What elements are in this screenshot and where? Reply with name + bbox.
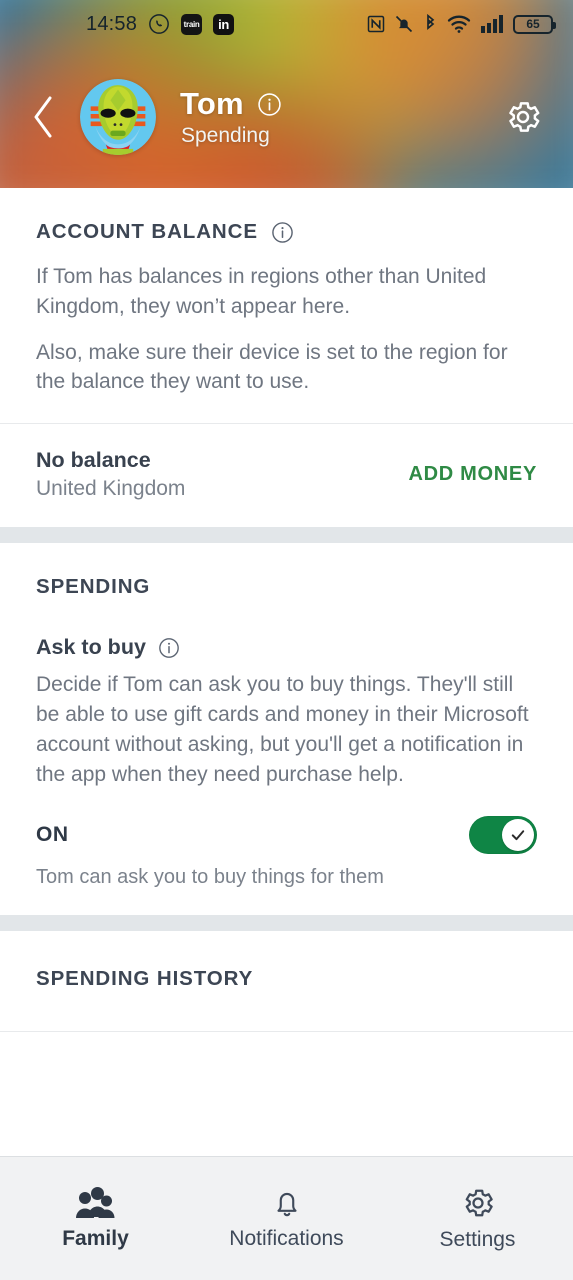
- status-bar-time: 14:58: [86, 12, 138, 35]
- status-bar: 14:58 train in 65: [0, 0, 573, 48]
- alien-avatar-image: [80, 79, 156, 155]
- linkedin-icon: in: [213, 13, 235, 35]
- add-money-button[interactable]: ADD MONEY: [408, 463, 537, 486]
- nfc-icon: [367, 15, 385, 33]
- account-balance-title: ACCOUNT BALANCE: [36, 220, 258, 243]
- page-title: Tom: [180, 86, 244, 121]
- spending-history-section: SPENDING HISTORY: [0, 930, 573, 1032]
- balance-amount: No balance: [36, 448, 151, 473]
- main-content: ACCOUNT BALANCE If Tom has balances in r…: [0, 188, 573, 1156]
- avatar[interactable]: [80, 79, 156, 155]
- gear-icon: [509, 102, 540, 132]
- bottom-navigation: Family Notifications Settings: [0, 1156, 573, 1280]
- spending-history-header: SPENDING HISTORY: [0, 931, 573, 991]
- account-balance-header: ACCOUNT BALANCE: [0, 188, 573, 244]
- info-icon[interactable]: [257, 92, 282, 117]
- train-app-icon: train: [181, 13, 203, 35]
- toggle-knob: [502, 818, 534, 851]
- whatsapp-icon: [149, 14, 169, 34]
- info-icon[interactable]: [158, 637, 180, 659]
- ask-to-buy-toggle-row: ON: [0, 790, 573, 854]
- profile-header: 14:58 train in 65 Tom Spending: [0, 0, 573, 188]
- toggle-caption: Tom can ask you to buy things for them: [36, 865, 384, 888]
- toggle-state-label: ON: [36, 822, 69, 846]
- ask-to-buy-description: Decide if Tom can ask you to buy things.…: [36, 673, 529, 786]
- wifi-icon: [447, 15, 471, 33]
- spending-history-title: SPENDING HISTORY: [36, 966, 254, 990]
- nav-label-family: Family: [62, 1227, 129, 1250]
- bell-icon: [276, 1192, 297, 1217]
- ask-to-buy-toggle[interactable]: [469, 815, 537, 854]
- battery-percent-label: 65: [526, 17, 540, 31]
- cellular-signal-icon: [481, 15, 503, 33]
- page-subtitle: Spending: [181, 124, 270, 147]
- divider: [0, 1030, 573, 1032]
- mute-bell-icon: [395, 15, 413, 33]
- battery-indicator: 65: [513, 14, 556, 34]
- nav-item-settings[interactable]: Settings: [382, 1185, 573, 1252]
- nav-label-notifications: Notifications: [229, 1227, 344, 1250]
- back-button[interactable]: [12, 94, 74, 140]
- account-balance-section: ACCOUNT BALANCE If Tom has balances in r…: [0, 188, 573, 528]
- account-balance-paragraph-1: If Tom has balances in regions other tha…: [36, 265, 487, 318]
- spending-title: SPENDING: [36, 575, 151, 599]
- balance-row: No balance United Kingdom ADD MONEY: [0, 424, 573, 527]
- spending-header: SPENDING: [0, 543, 573, 599]
- ask-to-buy-header: Ask to buy: [0, 599, 573, 660]
- header-settings-button[interactable]: [503, 97, 543, 137]
- info-icon[interactable]: [271, 221, 294, 244]
- chevron-left-icon: [34, 96, 52, 138]
- gear-icon: [465, 1189, 493, 1217]
- account-balance-paragraph-2: Also, make sure their device is set to t…: [36, 340, 508, 394]
- app-screen: 14:58 train in 65 Tom Spending ACCOUNT B…: [0, 0, 573, 1280]
- check-icon: [511, 829, 525, 840]
- ask-to-buy-title: Ask to buy: [36, 635, 146, 660]
- section-separator: [0, 527, 573, 544]
- nav-item-notifications[interactable]: Notifications: [191, 1186, 382, 1251]
- family-icon: [75, 1187, 114, 1218]
- nav-label-settings: Settings: [439, 1228, 516, 1251]
- balance-region: United Kingdom: [36, 477, 186, 501]
- spending-section: SPENDING Ask to buy Decide if Tom can as…: [0, 543, 573, 915]
- nav-item-family[interactable]: Family: [0, 1186, 191, 1251]
- section-separator: [0, 914, 573, 931]
- bluetooth-icon: [427, 14, 435, 30]
